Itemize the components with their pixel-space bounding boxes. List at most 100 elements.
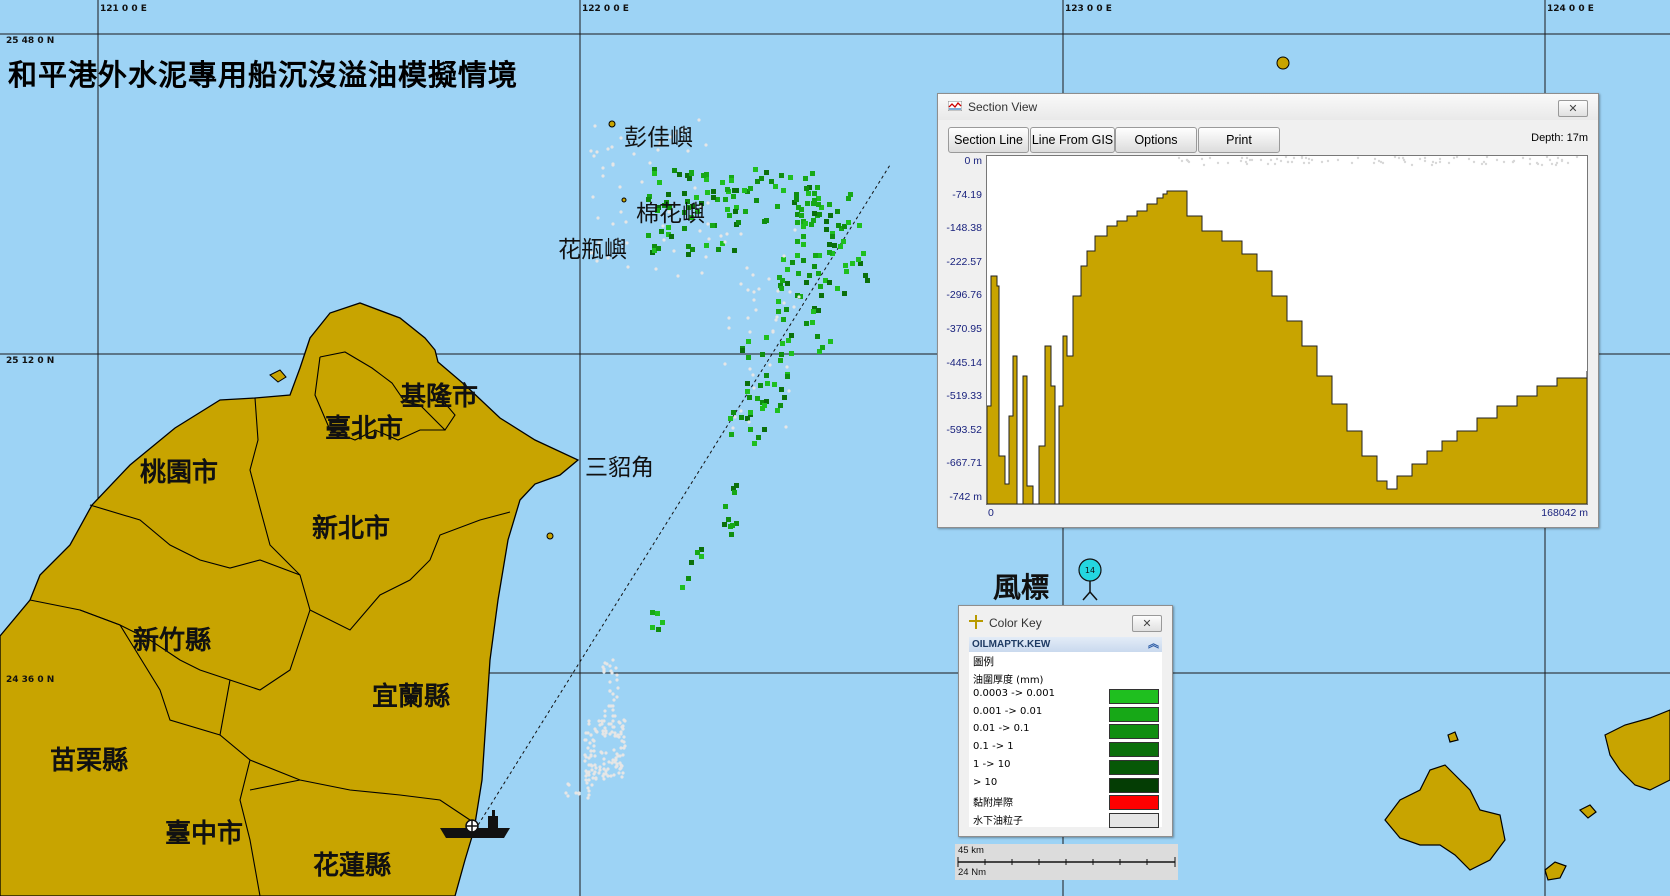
oil-cell	[801, 234, 806, 239]
oil-cell	[732, 248, 737, 253]
oil-particle	[768, 363, 772, 367]
close-icon[interactable]: ✕	[1132, 615, 1162, 632]
oil-particle	[594, 777, 598, 781]
color-key-window[interactable]: Color Key ✕ OILMAPTK.KEW ︽ 圖例 油圍厚度 (mm) …	[958, 605, 1173, 837]
oil-cell	[764, 373, 769, 378]
oil-cell	[723, 197, 728, 202]
section-line-button[interactable]: Section Line	[948, 127, 1029, 153]
oil-cell	[795, 239, 800, 244]
oil-particle	[615, 762, 619, 766]
line-from-gis-button[interactable]: Line From GIS	[1030, 127, 1115, 153]
options-button[interactable]: Options	[1115, 127, 1197, 153]
section-profile-plot[interactable]	[986, 155, 1588, 505]
profile-particle	[1187, 160, 1191, 164]
oil-particle	[587, 770, 591, 774]
label-mianhua: 棉花嶼	[636, 201, 705, 227]
oil-particle	[788, 290, 792, 294]
legend-swatch	[1109, 689, 1159, 704]
legend-item-label: 0.001 -> 0.01	[973, 705, 1043, 717]
oil-cell	[805, 201, 810, 206]
profile-particle	[1275, 157, 1279, 161]
oil-cell	[810, 320, 815, 325]
section-view-window[interactable]: Section View ✕ Section Line Line From GI…	[937, 93, 1599, 528]
profile-particle	[1248, 158, 1252, 162]
profile-particle	[1545, 155, 1549, 159]
oil-cell	[841, 239, 846, 244]
oil-particle	[586, 786, 590, 790]
lat-label-25-12: 25 12 0 N	[6, 356, 55, 366]
oil-particle	[615, 752, 619, 756]
oil-particle	[619, 136, 623, 140]
oil-particle	[793, 228, 797, 232]
oil-particle	[619, 732, 623, 736]
oil-particle	[567, 783, 571, 787]
collapse-chevron-icon[interactable]: ︽	[1148, 637, 1159, 652]
legend-item-label: 水下油粒子	[973, 815, 1023, 827]
depth-tick-label: -74.19	[952, 188, 982, 201]
oil-particle	[751, 373, 755, 377]
oil-cell	[803, 221, 808, 226]
oil-cell	[695, 550, 700, 555]
oil-cell	[704, 243, 709, 248]
oil-cell	[781, 257, 786, 262]
oil-particle	[616, 686, 620, 690]
oil-cell	[655, 611, 660, 616]
oil-cell	[811, 309, 816, 314]
profile-particle	[1180, 159, 1184, 163]
oil-particle	[618, 761, 622, 765]
profile-particle	[1502, 160, 1506, 164]
oil-particle	[611, 692, 615, 696]
oil-cell	[835, 286, 840, 291]
oil-particle	[595, 150, 599, 154]
oil-particle	[611, 719, 615, 723]
oil-cell	[848, 192, 853, 197]
oil-cell	[812, 198, 817, 203]
profile-particle	[1554, 163, 1558, 167]
profile-particle	[1356, 156, 1360, 160]
oil-particle	[727, 326, 731, 330]
oil-cell	[812, 264, 817, 269]
oil-cell	[729, 532, 734, 537]
oil-particle	[604, 729, 608, 733]
legend-swatch	[1109, 777, 1159, 793]
profile-particle	[1304, 156, 1308, 160]
color-key-file-header[interactable]: OILMAPTK.KEW ︽	[969, 637, 1162, 652]
depth-tick-label: -296.76	[946, 289, 982, 302]
profile-particle	[1239, 159, 1243, 163]
oil-cell	[788, 175, 793, 180]
oil-cell	[722, 522, 727, 527]
profile-particle	[1379, 160, 1383, 164]
seabed-profile	[986, 155, 1588, 505]
oil-particle	[626, 265, 630, 269]
oil-particle	[590, 783, 594, 787]
oil-cell	[701, 173, 706, 178]
oil-cell	[728, 416, 733, 421]
oil-particle	[654, 267, 658, 271]
oil-cell	[742, 188, 747, 193]
oil-particle	[594, 729, 598, 733]
oil-cell	[711, 189, 716, 194]
oil-particle	[611, 704, 615, 708]
profile-particle	[1438, 160, 1442, 164]
oil-cell	[785, 267, 790, 272]
oil-particle	[607, 704, 611, 708]
oil-particle	[706, 201, 710, 205]
oil-cell	[657, 180, 662, 185]
oil-particle	[566, 794, 570, 798]
print-button[interactable]: Print	[1198, 127, 1280, 153]
oil-cell	[819, 293, 824, 298]
oil-particle	[739, 282, 743, 286]
color-key-titlebar[interactable]: Color Key ✕	[959, 606, 1172, 636]
section-view-titlebar[interactable]: Section View ✕	[938, 94, 1598, 120]
oil-particle	[612, 773, 616, 777]
oil-particle	[589, 149, 593, 153]
legend-swatch	[1109, 742, 1159, 758]
oil-particle	[706, 222, 710, 226]
lon-label-123: 123 0 0 E	[1065, 4, 1112, 14]
oil-particle	[611, 222, 615, 226]
legend-swatch	[1109, 706, 1159, 722]
close-icon[interactable]: ✕	[1558, 100, 1588, 117]
oil-cell	[838, 244, 843, 249]
legend-item-label: 0.01 -> 0.1	[973, 723, 1030, 735]
oil-cell	[804, 321, 809, 326]
